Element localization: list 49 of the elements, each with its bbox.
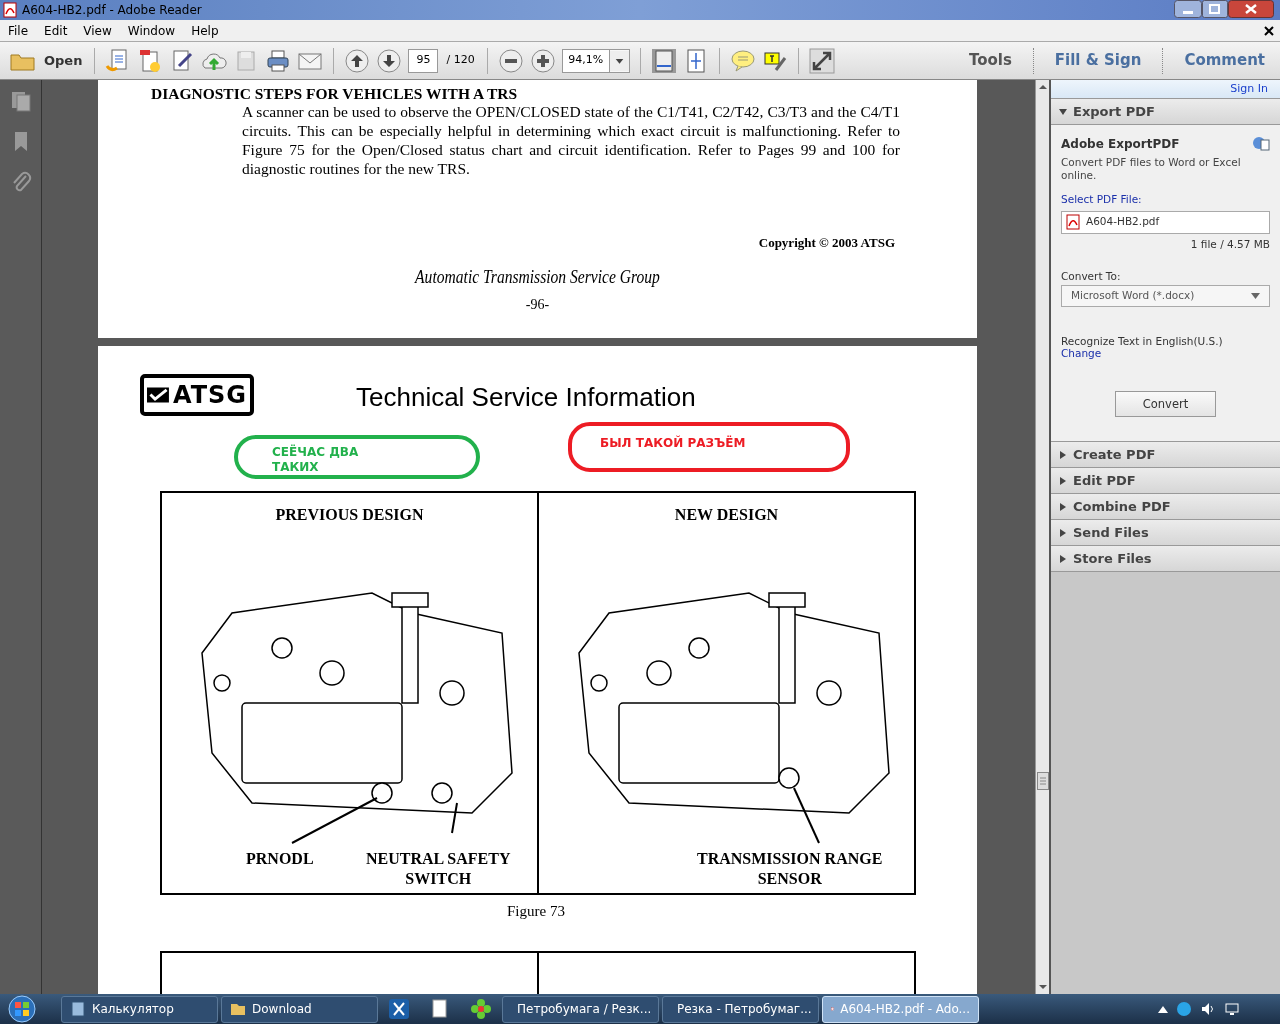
section-header[interactable]: Combine PDF bbox=[1051, 494, 1280, 521]
callout-label: NEUTRAL SAFETY SWITCH bbox=[366, 849, 511, 889]
change-link[interactable]: Change bbox=[1061, 347, 1270, 360]
copyright: Copyright © 2003 ATSG bbox=[758, 234, 895, 252]
open-button[interactable]: Open bbox=[8, 45, 85, 76]
atsg-logo: ATSG bbox=[140, 374, 254, 416]
convert-button[interactable]: Convert bbox=[1115, 391, 1216, 418]
section-header[interactable]: Edit PDF bbox=[1051, 468, 1280, 495]
paragraph: A scanner can be used to observe the OPEN/CLOSED state of the C1/T41, C2/T42, C3/T3 and the C4/T1 circuits. This can be especially helpful in determining which exact circuit is malfunctioning. Refer to Figure 75 for the Open/Closed status chart and circuit identification. Refer to Pages 99 and 100 for diagnostic routines for the new TRS. bbox=[242, 102, 900, 178]
zoom-dropdown[interactable]: 94,1% bbox=[561, 48, 630, 73]
figure-caption: Figure 73 bbox=[507, 902, 565, 921]
taskbar-button[interactable]: Download bbox=[221, 995, 378, 1023]
toolbar-tab[interactable]: Comment bbox=[1169, 45, 1280, 76]
toolbar-tab[interactable]: Fill & Sign bbox=[1039, 45, 1157, 76]
callout-text: СЕЁЧАС ДВА ТАКИХ bbox=[272, 445, 359, 475]
page-number-field[interactable]: 95 bbox=[408, 48, 439, 73]
menu-item[interactable]: File bbox=[0, 21, 37, 40]
panel-heading: NEW DESIGN bbox=[673, 505, 780, 525]
menu-item[interactable]: Edit bbox=[36, 21, 76, 40]
heading: DIAGNOSTIC STEPS FOR VEHICLES WITH A TRS bbox=[151, 84, 518, 104]
language-text: Recognize Text in English(U.S.) bbox=[1061, 335, 1224, 348]
menu-item[interactable]: Window bbox=[119, 21, 184, 40]
callout-text: БЫЛ ТАКОЙ РАЗЪЁМ bbox=[600, 436, 746, 451]
file-field[interactable]: A604-HB2.pdf bbox=[1061, 210, 1270, 234]
sign-in-link[interactable]: Sign In bbox=[1230, 80, 1268, 98]
callout-label: PRNODL bbox=[246, 849, 314, 869]
field-label: Convert To: bbox=[1061, 268, 1122, 284]
panel-title: Adobe ExportPDF bbox=[1061, 136, 1180, 153]
format-dropdown[interactable]: Microsoft Word (*.docx) bbox=[1061, 285, 1270, 308]
panel-heading: PREVIOUS DESIGN bbox=[274, 505, 425, 525]
page-total: / 120 bbox=[445, 52, 476, 69]
menu-item[interactable]: View bbox=[75, 21, 120, 40]
menu-item[interactable]: Help bbox=[183, 21, 227, 40]
toolbar-tab[interactable]: Tools bbox=[953, 45, 1027, 76]
window-title: A604-HB2.pdf - Adobe Reader bbox=[22, 2, 202, 19]
section-header[interactable]: Export PDF bbox=[1051, 99, 1280, 125]
section-header[interactable]: Send Files bbox=[1051, 520, 1280, 547]
taskbar-button[interactable]: Петробумага / Резк... bbox=[502, 995, 659, 1023]
page-title: Technical Service Information bbox=[356, 381, 696, 414]
description: Convert PDF files to Word or Excel online. bbox=[1061, 156, 1242, 182]
field-label: Select PDF File: bbox=[1061, 192, 1143, 207]
section-header[interactable]: Store Files bbox=[1051, 546, 1280, 573]
file-info: 1 file / 4.57 MB bbox=[1189, 236, 1270, 252]
page-number: -96- bbox=[524, 296, 551, 314]
footer-text: Automatic Transmission Service Group bbox=[413, 265, 661, 289]
taskbar-button[interactable]: Калькулятор bbox=[61, 995, 218, 1023]
taskbar-button[interactable]: Резка - Петробумаг... bbox=[662, 995, 819, 1023]
callout-label: TRANSMISSION RANGE SENSOR bbox=[697, 849, 883, 889]
section-header[interactable]: Create PDF bbox=[1051, 442, 1280, 469]
